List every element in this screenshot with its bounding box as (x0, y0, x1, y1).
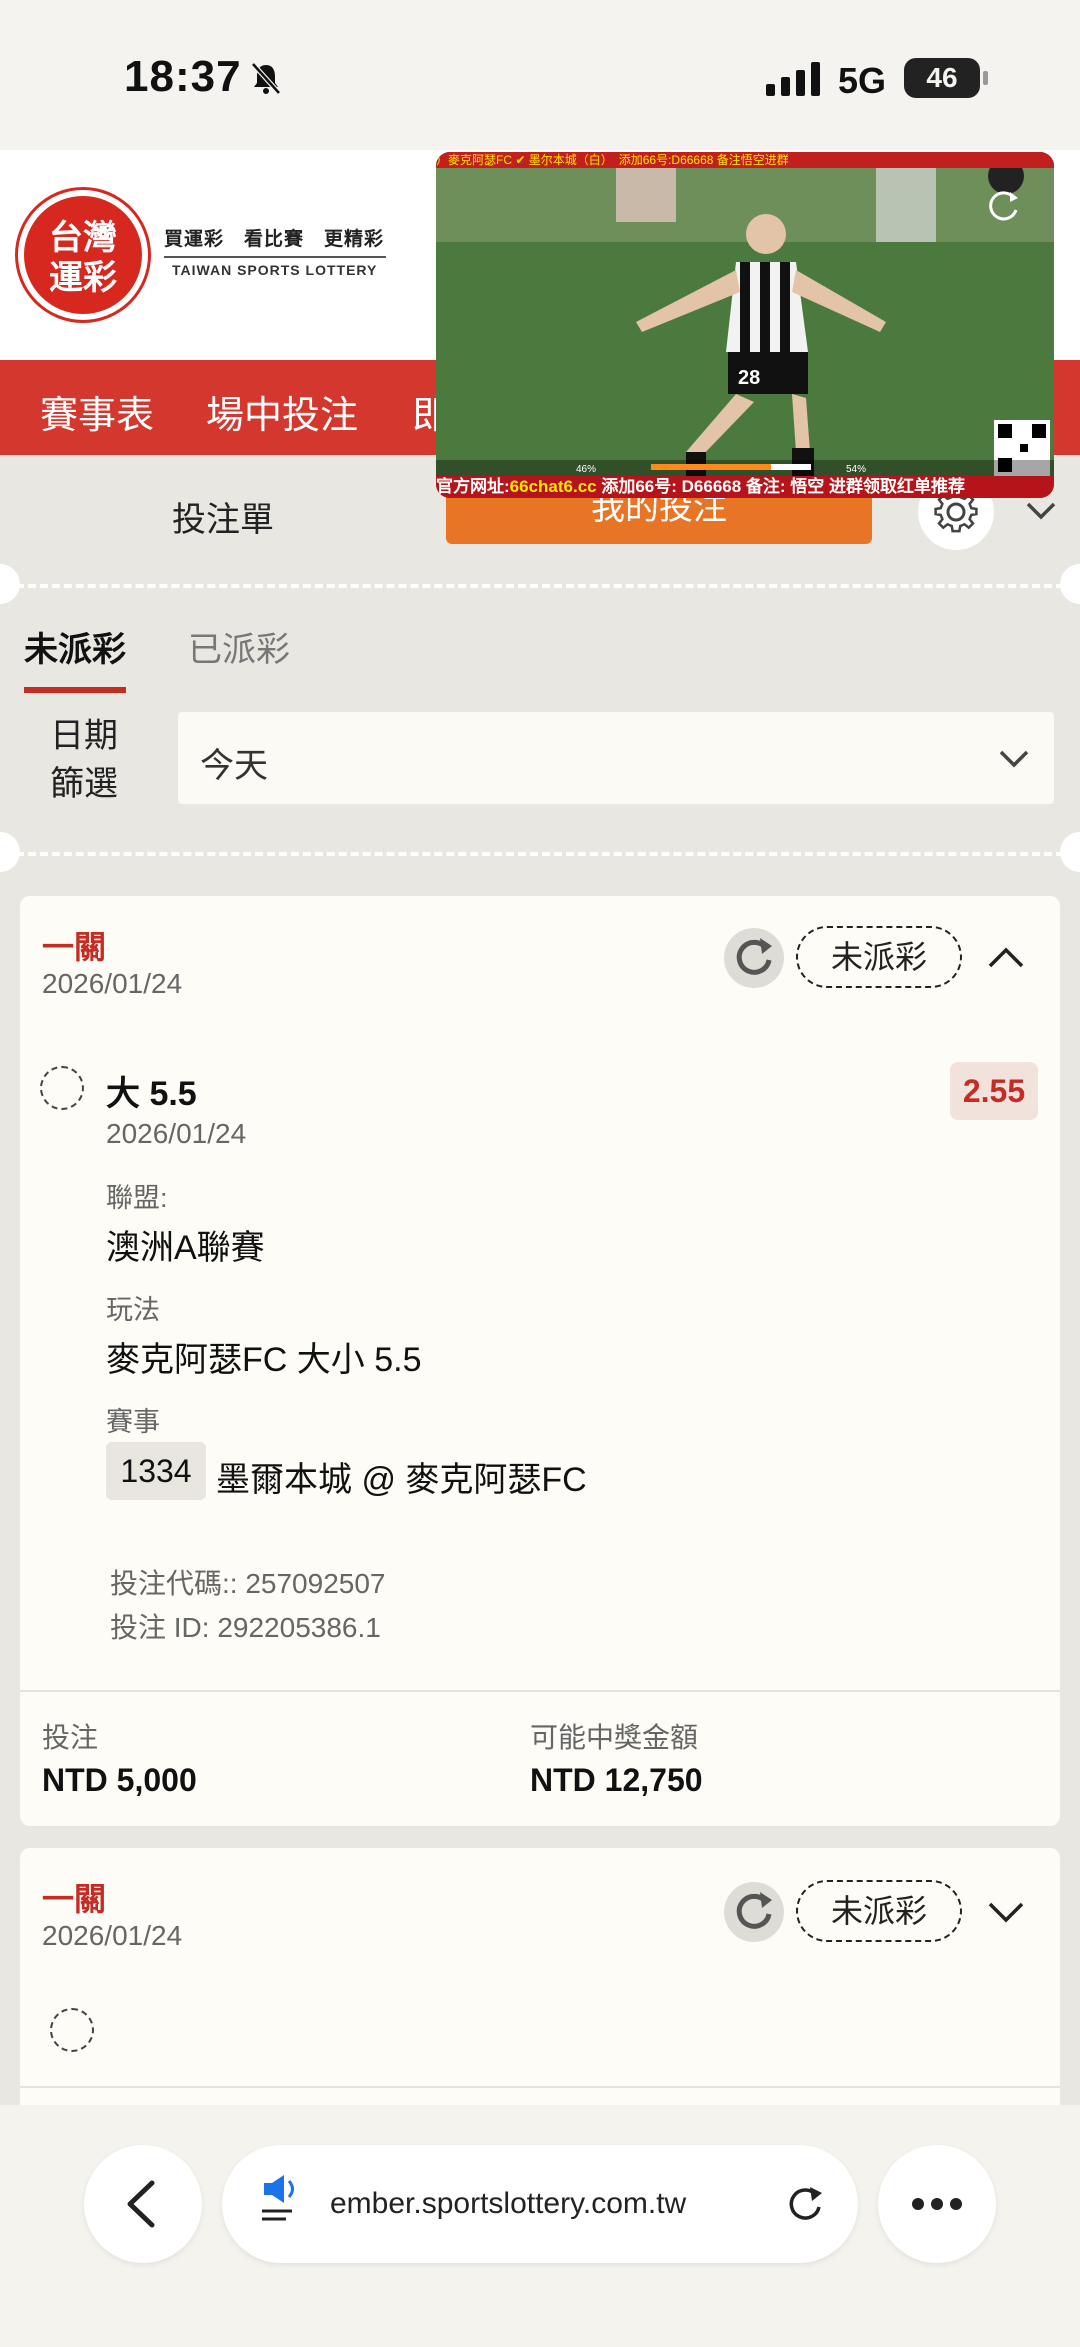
bet-date: 2026/01/24 (42, 1920, 183, 1951)
live-video-player[interactable]: 28 46% 54% ）麥克阿瑟FC ✔ 墨尔本城（白） 添加66号:D6666… (436, 152, 1054, 498)
refresh-icon (736, 938, 772, 975)
stake-value: NTD 5,000 (42, 1762, 197, 1798)
chevron-down-icon[interactable] (986, 1898, 1026, 1928)
date-filter-select[interactable]: 今天 (178, 712, 1054, 804)
battery-icon: 46 (904, 58, 988, 98)
network-type: 5G (838, 60, 887, 101)
status-badge: 未派彩 (796, 926, 962, 988)
card-divider (20, 2086, 1060, 2088)
selection-status-icon (50, 2008, 94, 2052)
bet-id: 投注 ID: 292205386.1 (110, 1612, 381, 1643)
back-button[interactable] (84, 2145, 202, 2263)
market-label: 玩法 (106, 1295, 160, 1325)
league-value: 澳洲A聯賽 (106, 1229, 265, 1267)
date-filter-label: 日期 篩選 (50, 712, 118, 808)
match-name: 墨爾本城 @ 麥克阿瑟FC (216, 1461, 587, 1499)
card-divider (20, 1690, 1060, 1692)
logo-slogan: 買運彩 看比賽 更精彩 (164, 229, 385, 250)
date-filter-label-line2: 篩選 (50, 765, 118, 803)
date-filter-value: 今天 (200, 747, 268, 785)
selection-name: 大 5.5 (106, 1075, 197, 1113)
video-frame: 28 46% 54% (436, 152, 1054, 498)
chevron-up-icon[interactable] (986, 942, 1026, 972)
ticket-divider (16, 852, 1064, 856)
bet-card: 一關 2026/01/24 未派彩 大 5.5 2026/01/24 2.55 … (20, 896, 1060, 1826)
ticket-divider (16, 584, 1064, 588)
logo-english-name: TAIWAN SPORTS LOTTERY (172, 262, 378, 278)
chevron-down-icon (999, 750, 1029, 768)
stake-label: 投注 (42, 1722, 99, 1753)
bet-card: 一關 2026/01/24 未派彩 (20, 1848, 1060, 2148)
bell-muted-icon (251, 62, 281, 95)
video-bottom-banner: 官方网址:66chat6.cc 添加66号: D66668 备注: 悟空 进群领… (436, 476, 1054, 498)
nav-item-schedule[interactable]: 賽事表 (40, 384, 154, 439)
market-value: 麥克阿瑟FC 大小 5.5 (106, 1341, 422, 1379)
video-banner-url: 66chat6.cc (509, 477, 597, 496)
status-bar: 18:37 5G 46 (0, 0, 1080, 150)
url-text: ember.sportslottery.com.tw (330, 2187, 687, 2220)
selection-status-icon (40, 1066, 84, 1110)
browser-toolbar: ember.sportslottery.com.tw (0, 2105, 1080, 2347)
site-logo[interactable]: 台灣 運彩 (18, 190, 148, 320)
address-bar[interactable]: ember.sportslottery.com.tw (222, 2145, 858, 2263)
league-label: 聯盟: (106, 1183, 168, 1213)
chevron-left-icon (127, 2180, 155, 2228)
status-badge: 未派彩 (796, 1880, 962, 1942)
match-label: 賽事 (106, 1407, 160, 1437)
video-banner-suffix: 添加66号: D66668 备注: 悟空 进群领取红单推荐 (596, 477, 966, 496)
odds-badge: 2.55 (950, 1062, 1038, 1120)
nav-item-live-betting[interactable]: 場中投注 (206, 384, 358, 439)
date-filter-label-line1: 日期 (50, 717, 118, 755)
stat-left: 46% (576, 464, 596, 475)
selection-date: 2026/01/24 (106, 1118, 247, 1149)
video-top-banner: ）麥克阿瑟FC ✔ 墨尔本城（白） 添加66号:D66668 备注悟空进群 (436, 152, 1054, 168)
status-time: 18:37 (124, 52, 242, 101)
refresh-video-icon[interactable] (984, 186, 1024, 226)
logo-text-line1: 台灣 (49, 219, 117, 257)
reload-icon[interactable] (780, 2179, 830, 2229)
chevron-down-icon[interactable] (1024, 496, 1058, 526)
stat-right: 54% (846, 464, 866, 475)
payout-label: 可能中獎金額 (530, 1722, 699, 1753)
bet-type: 一關 (42, 1881, 107, 1917)
tab-settled[interactable]: 已派彩 (188, 622, 290, 671)
payout-value: NTD 12,750 (530, 1762, 703, 1798)
bet-slip-title[interactable]: 投注單 (172, 492, 274, 541)
logo-divider (164, 256, 386, 258)
reader-speaker-icon[interactable] (256, 2171, 316, 2231)
bet-type: 一關 (42, 929, 107, 965)
refresh-button[interactable] (724, 1882, 784, 1942)
refresh-icon (736, 1892, 772, 1929)
bet-date: 2026/01/24 (42, 968, 183, 999)
match-id: 1334 (106, 1442, 206, 1500)
more-dots-icon (912, 2198, 962, 2210)
signal-icon (766, 62, 820, 96)
video-banner-prefix: 官方网址: (436, 477, 510, 496)
refresh-button[interactable] (724, 928, 784, 988)
tab-unsettled[interactable]: 未派彩 (24, 622, 126, 693)
player-number: 28 (738, 367, 760, 389)
bet-code: 投注代碼:: 257092507 (110, 1568, 386, 1599)
more-button[interactable] (878, 2145, 996, 2263)
logo-text-line2: 運彩 (49, 259, 117, 297)
